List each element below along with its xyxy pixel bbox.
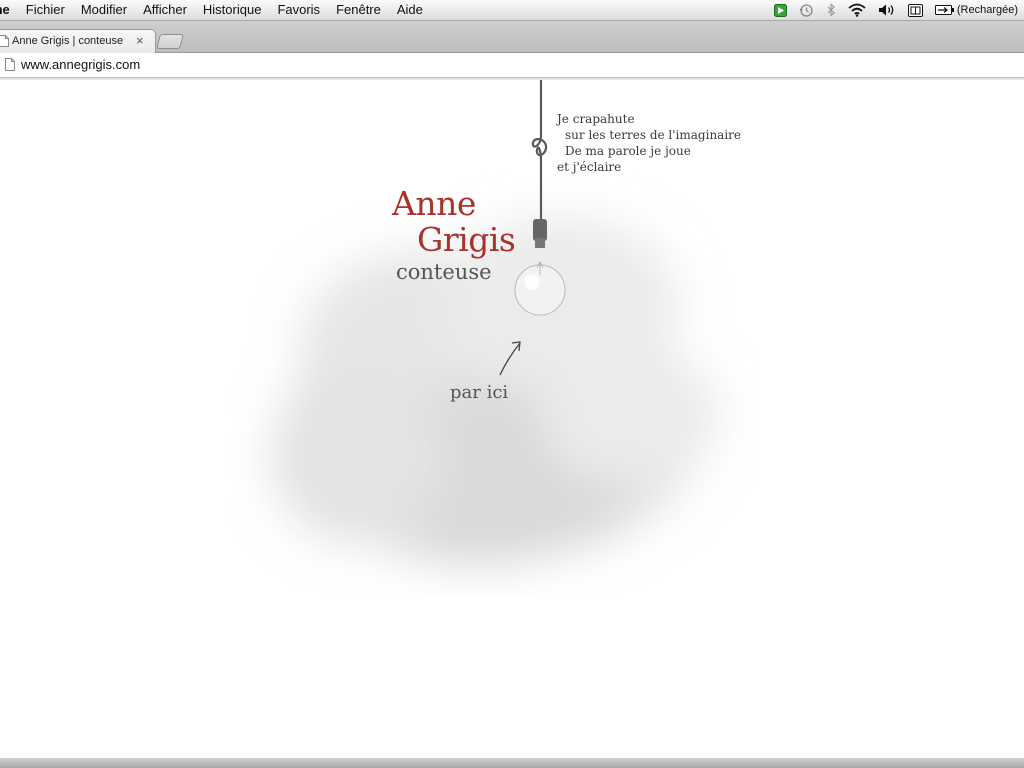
menu-fenetre[interactable]: Fenêtre [328,0,389,20]
par-ici-link[interactable]: par ici [450,382,508,403]
site-subtitle: conteuse [396,260,492,284]
battery-status-text: (Rechargée) [956,4,1018,16]
menu-list: me Fichier Modifier Afficher Historique … [0,0,431,20]
site-title-first-name: Anne [392,184,476,223]
url-text[interactable]: www.annegrigis.com [21,57,140,72]
poem-line-4: et j'éclaire [557,160,622,174]
poem-line-3: De ma parole je joue [565,144,691,158]
input-menu-icon[interactable] [907,3,923,17]
new-tab-button[interactable] [155,34,185,49]
app-green-icon[interactable] [773,3,787,17]
menu-fichier[interactable]: Fichier [18,0,73,20]
bottom-edge [0,758,1024,768]
poem-line-1: Je crapahute [557,112,635,126]
site-title-last-name: Grigis [417,220,516,259]
bluetooth-icon[interactable] [826,3,836,17]
tab-close-icon[interactable]: × [136,33,144,48]
status-area: (Rechargée) [768,0,1024,20]
page-icon [5,58,15,76]
menu-favoris[interactable]: Favoris [269,0,328,20]
time-machine-icon[interactable] [799,3,814,18]
app-menu[interactable]: me [0,0,18,20]
address-bar[interactable]: www.annegrigis.com [0,53,1024,78]
menu-modifier[interactable]: Modifier [73,0,135,20]
page-favicon-icon [0,35,9,50]
tab-strip: Anne Grigis | conteuse × [0,21,1024,53]
tab-title: Anne Grigis | conteuse [12,35,124,47]
menu-historique[interactable]: Historique [195,0,270,20]
volume-icon[interactable] [878,3,896,17]
wifi-icon[interactable] [848,3,866,17]
battery-icon[interactable]: (Rechargée) [934,4,1018,16]
menu-bar: me Fichier Modifier Afficher Historique … [0,0,1024,21]
poem: Je crapahute sur les terres de l'imagina… [557,111,757,175]
tab-anne-grigis[interactable]: Anne Grigis | conteuse × [0,29,156,53]
poem-line-2: sur les terres de l'imaginaire [565,128,742,142]
menu-afficher[interactable]: Afficher [135,0,195,20]
menu-aide[interactable]: Aide [389,0,431,20]
